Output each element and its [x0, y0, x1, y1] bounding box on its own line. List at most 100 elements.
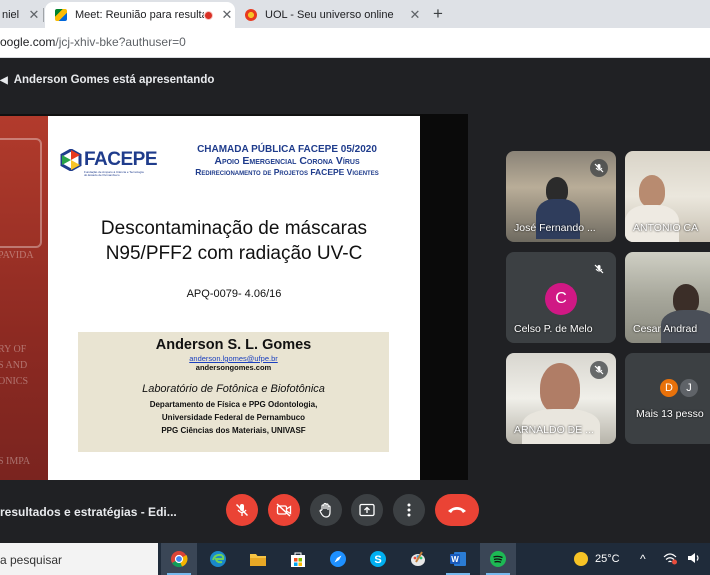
- tab-previous[interactable]: niel ✕: [0, 2, 42, 28]
- tab-title: UOL - Seu universo online: [265, 9, 394, 21]
- present-screen-button[interactable]: [351, 494, 383, 526]
- participant-tile[interactable]: ANTONIO CA: [625, 151, 710, 242]
- author-email-link: anderson.lgomes@ufpe.br: [189, 354, 278, 363]
- store-icon: [291, 552, 305, 567]
- tab-uol[interactable]: UOL - Seu universo online ✕: [235, 2, 423, 28]
- slide-title: Descontaminação de máscaras N95/PFF2 com…: [48, 216, 420, 266]
- side-fragment: S AND: [0, 360, 28, 371]
- url-host: oogle.com: [0, 35, 56, 49]
- tab-title: Meet: Reunião para resultad: [75, 9, 204, 21]
- university-seal-icon: [0, 138, 42, 248]
- taskbar: a pesquisar S W 25°C ^: [0, 543, 710, 575]
- url-path: /jcj-xhiv-bke?authuser=0: [55, 35, 186, 49]
- compass-icon: [330, 551, 346, 567]
- edge-taskbar-button[interactable]: [200, 543, 236, 575]
- svg-text:S: S: [374, 554, 381, 566]
- tab-meet[interactable]: Meet: Reunião para resultad ✕: [45, 2, 235, 28]
- sun-icon: [574, 552, 588, 566]
- author-website: andersongomes.com: [195, 363, 272, 372]
- participant-name: Mais 13 pesso: [636, 408, 704, 420]
- screen: niel ✕ Meet: Reunião para resultad ✕ UOL…: [0, 0, 710, 575]
- more-options-button[interactable]: [393, 494, 425, 526]
- close-tab-icon[interactable]: ✕: [26, 7, 42, 23]
- new-tab-button[interactable]: +: [433, 4, 443, 24]
- participant-name: ANTONIO CA: [633, 222, 699, 234]
- show-hidden-icons-button[interactable]: ^: [640, 552, 646, 566]
- compass-taskbar-button[interactable]: [320, 543, 356, 575]
- volume-icon[interactable]: [686, 551, 702, 568]
- muted-mic-icon: [590, 260, 608, 278]
- weather-widget[interactable]: 25°C: [574, 543, 620, 575]
- word-taskbar-button[interactable]: W: [440, 543, 476, 575]
- meeting-name: resultados e estratégias - Edi...: [0, 505, 177, 519]
- author-box: Anderson S. L. Gomes anderson.lgomes@ufp…: [78, 332, 389, 452]
- slide-title-line-1: Descontaminação de máscaras: [100, 218, 368, 239]
- call-line-3: Redirecionamento de Projetos FACEPE Vige…: [195, 167, 379, 177]
- author-name: Anderson S. L. Gomes: [155, 337, 312, 353]
- facepe-hexagon-icon: [60, 149, 82, 171]
- participant-photo: [639, 175, 665, 207]
- participant-tile[interactable]: José Fernando ...: [506, 151, 616, 242]
- spotify-icon: [490, 551, 506, 567]
- participant-name: Celso P. de Melo: [514, 323, 593, 335]
- uol-favicon-icon: [245, 9, 257, 21]
- more-participants-tile[interactable]: D J Mais 13 pesso: [625, 353, 710, 444]
- weather-temperature: 25°C: [595, 553, 620, 565]
- recording-indicator-icon: [204, 10, 213, 20]
- facepe-logo: FACEPE: [60, 149, 158, 171]
- presenting-banner: ◀ Anderson Gomes está apresentando: [0, 74, 214, 86]
- taskbar-search-input[interactable]: a pesquisar: [0, 543, 158, 575]
- participant-tile[interactable]: Cesar Andrad: [625, 252, 710, 343]
- participant-name: José Fernando ...: [514, 222, 596, 234]
- paint-palette-icon: [411, 551, 425, 566]
- slide-side-panel: PAVIDA RY OF S AND ONICS S IMPA: [0, 116, 48, 480]
- url-text[interactable]: oogle.com/jcj-xhiv-bke?authuser=0: [0, 35, 186, 49]
- leave-call-button[interactable]: [435, 494, 479, 526]
- skype-icon: S: [370, 551, 386, 567]
- participant-tile[interactable]: C Celso P. de Melo: [506, 252, 616, 343]
- camera-off-icon: [276, 503, 292, 517]
- close-tab-icon[interactable]: ✕: [219, 7, 235, 23]
- paint-taskbar-button[interactable]: [400, 543, 436, 575]
- lab-name: Laboratório de Fotônica e Biofotônica: [142, 383, 325, 395]
- participant-avatar: C: [545, 283, 577, 315]
- hang-up-icon: [448, 507, 466, 513]
- more-vertical-icon: [407, 503, 411, 517]
- network-icon[interactable]: [662, 551, 678, 568]
- affiliation-line: PPG Ciências dos Materiais, UNIVASF: [161, 426, 306, 435]
- project-code: APQ-0079- 4.06/16: [186, 288, 282, 300]
- hand-icon: [319, 502, 331, 518]
- spotify-taskbar-button[interactable]: [480, 543, 516, 575]
- participant-avatar: J: [678, 377, 700, 399]
- address-bar[interactable]: oogle.com/jcj-xhiv-bke?authuser=0: [0, 28, 710, 58]
- muted-mic-icon: [590, 361, 608, 379]
- present-icon: [359, 503, 375, 517]
- slide-letterbox: [420, 114, 468, 480]
- presenting-text: Anderson Gomes está apresentando: [13, 74, 215, 86]
- side-fragment: PAVIDA: [0, 250, 34, 261]
- slide-title-line-2: N95/PFF2 com radiação UV-C: [105, 243, 363, 264]
- facepe-wordmark: FACEPE: [84, 149, 158, 170]
- meet-window: ◀ Anderson Gomes está apresentando PAVID…: [0, 58, 710, 543]
- close-tab-icon[interactable]: ✕: [407, 7, 423, 23]
- edge-icon: [210, 551, 226, 567]
- back-arrow-icon[interactable]: ◀: [0, 75, 8, 86]
- chrome-icon: [171, 551, 188, 568]
- side-fragment: RY OF: [0, 344, 27, 355]
- skype-taskbar-button[interactable]: S: [360, 543, 396, 575]
- mic-toggle-button[interactable]: [226, 494, 258, 526]
- participant-name: ARNALDO DE ...: [514, 424, 594, 436]
- search-text: a pesquisar: [0, 553, 63, 567]
- call-line-2: Apoio Emergencial Corona Vírus: [214, 155, 360, 167]
- affiliation-line: Universidade Federal de Pernambuco: [161, 413, 306, 422]
- presentation-slide: FACEPE Fundação de Amparo à Ciência e Te…: [48, 116, 420, 480]
- call-line-1: CHAMADA PÚBLICA FACEPE 05/2020: [197, 144, 377, 155]
- affiliation-line: Departamento de Física e PPG Odontologia…: [149, 400, 318, 409]
- camera-toggle-button[interactable]: [268, 494, 300, 526]
- muted-mic-icon: [590, 159, 608, 177]
- raise-hand-button[interactable]: [310, 494, 342, 526]
- file-explorer-taskbar-button[interactable]: [240, 543, 276, 575]
- participant-tile[interactable]: ARNALDO DE ...: [506, 353, 616, 444]
- chrome-taskbar-button[interactable]: [161, 543, 197, 575]
- store-taskbar-button[interactable]: [280, 543, 316, 575]
